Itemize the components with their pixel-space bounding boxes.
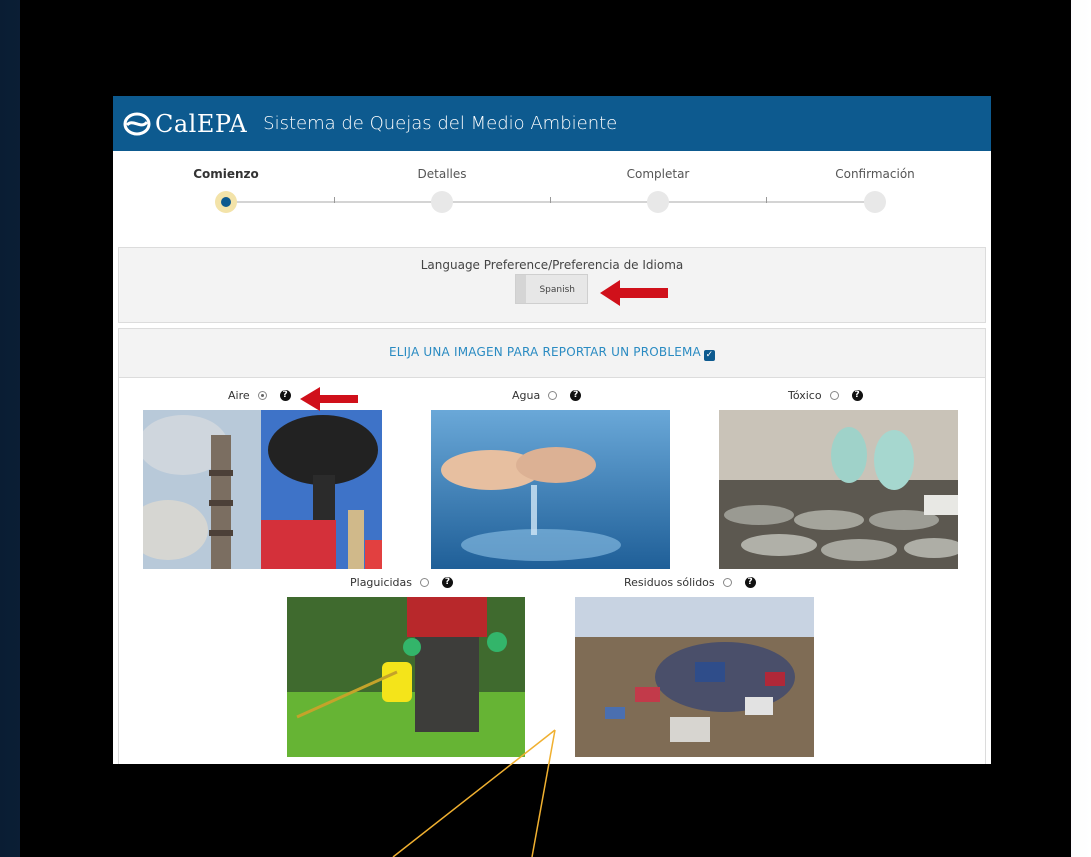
annotation-callout-lines (392, 729, 556, 857)
step-dot-confirmacion (864, 191, 886, 213)
language-toggle-button[interactable]: Spanish (515, 274, 588, 304)
calepa-logo[interactable]: CalEPA (123, 110, 247, 138)
help-icon[interactable]: ? (442, 577, 453, 588)
help-icon[interactable]: ? (570, 390, 582, 401)
stepper-tick (334, 197, 335, 203)
image-toxico[interactable] (719, 410, 958, 569)
radio-residuos-solidos[interactable] (722, 578, 732, 587)
image-agua[interactable] (431, 410, 670, 569)
step-label-detalles: Detalles (417, 167, 467, 181)
option-agua: Agua ? (512, 389, 582, 402)
help-icon[interactable]: ? (279, 390, 291, 401)
check-icon: ✓ (703, 350, 715, 361)
annotation-arrow-icon (600, 280, 668, 306)
image-options: Aire ? Agua ? Tóxico ? Plaguicidas ? Res… (118, 377, 986, 764)
step-label-comienzo: Comienzo (193, 167, 259, 181)
logo-text: CalEPA (155, 109, 248, 138)
radio-aire[interactable] (257, 391, 267, 400)
image-residuos-solidos[interactable] (575, 597, 814, 757)
language-label: Language Preference/Preferencia de Idiom… (420, 258, 684, 272)
choose-image-panel: ELIJA UNA IMAGEN PARA REPORTAR UN PROBLE… (118, 328, 986, 378)
option-label: Plaguicidas (350, 576, 412, 589)
option-residuos-solidos: Residuos sólidos ? (624, 576, 756, 589)
choose-image-heading: ELIJA UNA IMAGEN PARA REPORTAR UN PROBLE… (119, 345, 985, 361)
option-plaguicidas: Plaguicidas ? (350, 576, 453, 589)
app-window: CalEPA Sistema de Quejas del Medio Ambie… (113, 96, 991, 764)
choose-image-text: ELIJA UNA IMAGEN PARA REPORTAR UN PROBLE… (389, 345, 701, 359)
step-dot-detalles (431, 191, 453, 213)
calepa-logo-icon (123, 112, 151, 135)
help-icon[interactable]: ? (744, 577, 756, 588)
language-panel: Language Preference/Preferencia de Idiom… (118, 247, 986, 323)
step-dot-completar (647, 191, 669, 213)
app-header: CalEPA Sistema de Quejas del Medio Ambie… (113, 96, 991, 151)
option-label: Tóxico (788, 389, 822, 402)
step-label-confirmacion: Confirmación (835, 167, 915, 181)
help-icon[interactable]: ? (851, 390, 863, 401)
radio-plaguicidas[interactable] (420, 578, 429, 587)
option-toxico: Tóxico ? (788, 389, 863, 402)
image-aire[interactable] (143, 410, 382, 569)
option-label: Residuos sólidos (624, 576, 715, 589)
progress-stepper: Comienzo Detalles Completar Confirmación (113, 151, 991, 246)
stepper-tick (766, 197, 767, 203)
app-title: Sistema de Quejas del Medio Ambiente (263, 113, 618, 134)
step-dot-comienzo (215, 191, 237, 213)
annotation-arrow-icon (300, 387, 358, 411)
option-label: Aire (228, 389, 250, 402)
stepper-tick (550, 197, 551, 203)
step-label-completar: Completar (626, 167, 690, 181)
radio-agua[interactable] (548, 391, 558, 400)
radio-toxico[interactable] (829, 391, 839, 400)
option-label: Agua (512, 389, 541, 402)
option-aire: Aire ? (228, 389, 291, 402)
